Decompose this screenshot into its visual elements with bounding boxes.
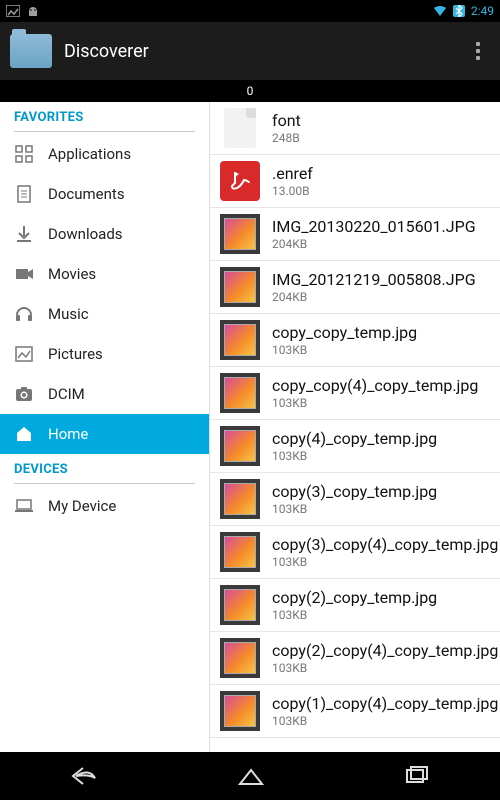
file-list[interactable]: font248B.enref13.00BIMG_20130220_015601.… (210, 102, 500, 752)
image-thumbnail-icon (220, 426, 260, 466)
sidebar-item-applications[interactable]: Applications (0, 134, 209, 174)
file-row[interactable]: copy(3)_copy(4)_copy_temp.jpg103KB (210, 526, 500, 579)
sidebar-item-downloads[interactable]: Downloads (0, 214, 209, 254)
file-name: copy(3)_copy_temp.jpg (272, 482, 437, 501)
sidebar-item-pictures[interactable]: Pictures (0, 334, 209, 374)
sidebar-item-label: Downloads (48, 225, 123, 243)
android-notification-icon (26, 5, 40, 17)
laptop-icon (14, 496, 34, 516)
file-size: 103KB (272, 714, 498, 728)
path-bar[interactable]: 0 (0, 80, 500, 102)
pdf-icon (220, 161, 260, 201)
back-button[interactable] (41, 756, 127, 796)
app-header: Discoverer (0, 22, 500, 80)
file-name: .enref (272, 164, 313, 183)
clock: 2:49 (471, 4, 494, 18)
image-thumbnail-icon (220, 479, 260, 519)
image-thumbnail-icon (220, 320, 260, 360)
picture-icon (14, 344, 34, 364)
sidebar-item-music[interactable]: Music (0, 294, 209, 334)
image-notification-icon (6, 5, 20, 17)
sidebar-section-favorites-label: FAVORITES (0, 102, 209, 131)
path-bar-count: 0 (247, 84, 254, 98)
file-row[interactable]: copy(3)_copy_temp.jpg103KB (210, 473, 500, 526)
file-row[interactable]: copy(2)_copy_temp.jpg103KB (210, 579, 500, 632)
file-name: copy(2)_copy(4)_copy_temp.jpg (272, 641, 498, 660)
file-name: IMG_20121219_005808.JPG (272, 270, 476, 289)
file-size: 103KB (272, 661, 498, 675)
file-size: 204KB (272, 290, 476, 304)
app-folder-icon[interactable] (10, 34, 52, 68)
file-row[interactable]: copy(1)_copy(4)_copy_temp.jpg103KB (210, 685, 500, 738)
sidebar-item-label: Applications (48, 145, 131, 163)
doc-icon (14, 184, 34, 204)
sidebar-item-label: Pictures (48, 345, 103, 363)
body: FAVORITES Applications Documents Downloads… (0, 102, 500, 752)
file-size: 248B (272, 131, 301, 145)
sidebar-item-home[interactable]: Home (0, 414, 209, 454)
file-size: 103KB (272, 502, 437, 516)
file-size: 103KB (272, 396, 478, 410)
image-thumbnail-icon (220, 267, 260, 307)
file-size: 103KB (272, 343, 417, 357)
home-button[interactable] (208, 756, 294, 796)
sidebar-item-label: DCIM (48, 385, 85, 403)
home-icon (14, 424, 34, 444)
bluetooth-icon (453, 5, 465, 17)
sidebar-item-dcim[interactable]: DCIM (0, 374, 209, 414)
camera-icon (14, 384, 34, 404)
download-icon (14, 224, 34, 244)
file-size: 103KB (272, 555, 498, 569)
image-thumbnail-icon (220, 585, 260, 625)
sidebar-item-label: Music (48, 305, 89, 323)
file-name: copy_copy(4)_copy_temp.jpg (272, 376, 478, 395)
file-size: 103KB (272, 608, 437, 622)
file-row[interactable]: .enref13.00B (210, 155, 500, 208)
file-row[interactable]: IMG_20121219_005808.JPG204KB (210, 261, 500, 314)
sidebar-item-movies[interactable]: Movies (0, 254, 209, 294)
file-name: copy(3)_copy(4)_copy_temp.jpg (272, 535, 498, 554)
sidebar-section-devices-label: DEVICES (0, 454, 209, 483)
recents-button[interactable] (375, 756, 459, 796)
file-name: copy(4)_copy_temp.jpg (272, 429, 437, 448)
system-nav-bar (0, 752, 500, 800)
sidebar-item-label: Documents (48, 185, 125, 203)
file-row[interactable]: IMG_20130220_015601.JPG204KB (210, 208, 500, 261)
file-row[interactable]: copy(4)_copy_temp.jpg103KB (210, 420, 500, 473)
file-name: copy_copy_temp.jpg (272, 323, 417, 342)
image-thumbnail-icon (220, 373, 260, 413)
overflow-menu-button[interactable] (466, 32, 490, 70)
image-thumbnail-icon (220, 532, 260, 572)
file-size: 103KB (272, 449, 437, 463)
sidebar-item-label: My Device (48, 497, 116, 515)
sidebar-item-label: Home (48, 425, 88, 443)
file-name: font (272, 111, 301, 130)
app-title: Discoverer (64, 41, 149, 62)
file-row[interactable]: copy_copy_temp.jpg103KB (210, 314, 500, 367)
wifi-icon (433, 5, 447, 17)
file-icon (220, 108, 260, 148)
file-name: IMG_20130220_015601.JPG (272, 217, 476, 236)
file-name: copy(2)_copy_temp.jpg (272, 588, 437, 607)
file-size: 204KB (272, 237, 476, 251)
music-icon (14, 304, 34, 324)
status-bar: 2:49 (0, 0, 500, 22)
image-thumbnail-icon (220, 638, 260, 678)
image-thumbnail-icon (220, 214, 260, 254)
file-row[interactable]: copy_copy(4)_copy_temp.jpg103KB (210, 367, 500, 420)
sidebar-item-label: Movies (48, 265, 96, 283)
apps-icon (14, 144, 34, 164)
file-name: copy(1)_copy(4)_copy_temp.jpg (272, 694, 498, 713)
file-row[interactable]: copy(2)_copy(4)_copy_temp.jpg103KB (210, 632, 500, 685)
image-thumbnail-icon (220, 691, 260, 731)
file-size: 13.00B (272, 184, 313, 198)
sidebar-item-documents[interactable]: Documents (0, 174, 209, 214)
sidebar: FAVORITES Applications Documents Downloads… (0, 102, 210, 752)
movie-icon (14, 264, 34, 284)
sidebar-item-my-device[interactable]: My Device (0, 486, 209, 526)
file-row[interactable]: font248B (210, 102, 500, 155)
